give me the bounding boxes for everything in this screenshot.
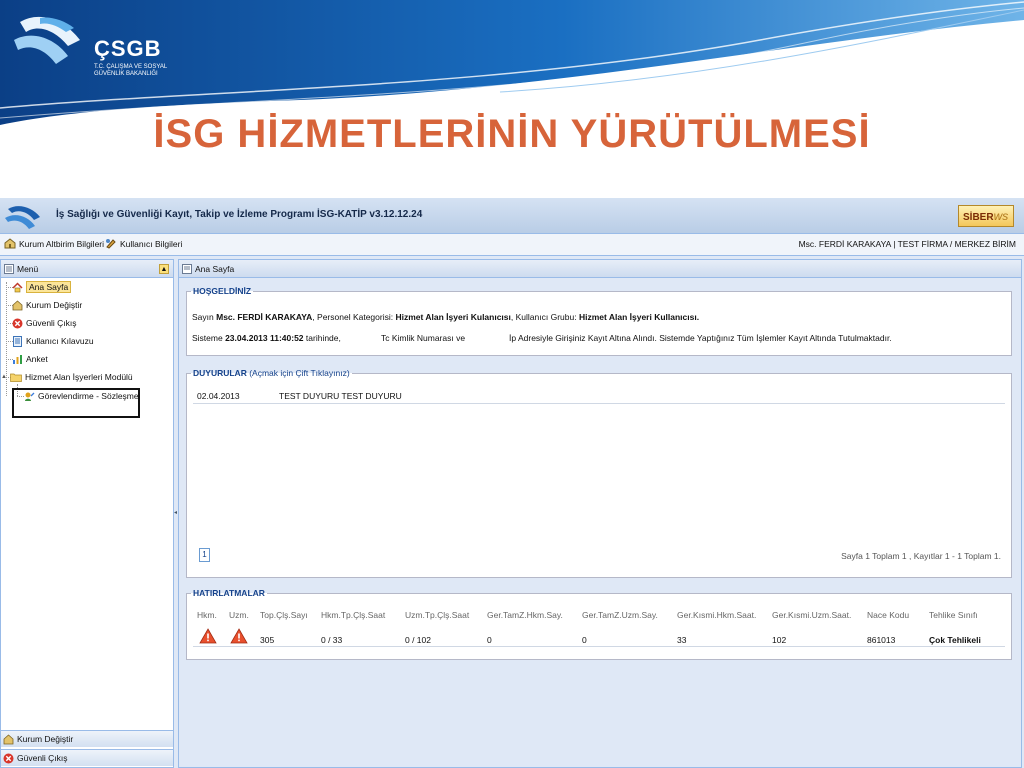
- warning-icon[interactable]: [199, 628, 217, 644]
- col-tehlike-sinifi: Tehlike Sınıfı: [929, 610, 978, 620]
- footer-guvenli-cikis[interactable]: Güvenli Çıkış: [1, 749, 173, 766]
- announcement-text: TEST DUYURU TEST DUYURU: [279, 391, 402, 401]
- menu-item-ana-sayfa[interactable]: Ana Sayfa: [12, 280, 72, 294]
- col-ger-kismi-hkm: Ger.Kısmi.Hkm.Saat.: [677, 610, 757, 620]
- user-edit-icon: [106, 239, 116, 249]
- csgb-mark-icon: [14, 16, 80, 64]
- menu-item-kullanici-kilavuzu[interactable]: Kullanıcı Kılavuzu: [12, 334, 94, 348]
- exit-icon: [12, 318, 23, 328]
- welcome-line-1: Sayın Msc. FERDİ KARAKAYA, Personel Kate…: [192, 312, 700, 322]
- table-row[interactable]: 02.04.2013 TEST DUYURU TEST DUYURU: [193, 390, 1005, 404]
- side-menu: Menü ▲ Ana Sayfa Kurum Değiştir Güvenli …: [0, 259, 174, 768]
- folder-icon: [10, 373, 22, 382]
- app-window: İş Sağlığı ve Güvenliği Kayıt, Takip ve …: [0, 198, 1024, 768]
- val-ger-tamz-uzm: 0: [582, 635, 587, 645]
- top-toolbar: Kurum Altbirim Bilgileri Kullanıcı Bilgi…: [0, 234, 1024, 256]
- val-top-cls-sayi: 305: [260, 635, 275, 645]
- val-tehlike-sinifi: Çok Tehlikeli: [929, 635, 981, 645]
- org-icon: [4, 238, 16, 249]
- footer-kurum-degistir[interactable]: Kurum Değiştir: [1, 730, 173, 747]
- menu-header: Menü ▲: [1, 260, 173, 278]
- col-ger-kismi-uzm: Ger.Kısmi.Uzm.Saat.: [772, 610, 852, 620]
- org-icon: [12, 299, 23, 310]
- logo-subtitle: T.C. ÇALIŞMA VE SOSYAL GÜVENLİK BAKANLIĞ…: [94, 64, 168, 77]
- main-panel: Ana Sayfa HOŞGELDİNİZ Sayın Msc. FERDİ K…: [178, 259, 1022, 768]
- val-nace-kodu: 861013: [867, 635, 896, 645]
- col-hkm: Hkm.: [197, 610, 217, 620]
- col-nace-kodu: Nace Kodu: [867, 610, 910, 620]
- menu-icon: [4, 263, 14, 274]
- collapse-menu-button[interactable]: ▲: [159, 264, 169, 274]
- val-ger-kismi-uzm: 102: [772, 635, 787, 645]
- welcome-panel: HOŞGELDİNİZ Sayın Msc. FERDİ KARAKAYA, P…: [186, 286, 1012, 356]
- col-ger-tamz-hkm: Ger.TamZ.Hkm.Say.: [487, 610, 563, 620]
- tab-ana-sayfa[interactable]: Ana Sayfa: [179, 260, 1021, 278]
- announcements-legend: DUYURULAR (Açmak için Çift Tıklayınız): [193, 368, 350, 378]
- app-header: İş Sağlığı ve Güvenliği Kayıt, Takip ve …: [0, 198, 1024, 234]
- menu-item-anket[interactable]: Anket: [12, 352, 48, 366]
- col-ger-tamz-uzm: Ger.TamZ.Uzm.Say.: [582, 610, 658, 620]
- vendor-logo: SİBERws: [958, 205, 1014, 227]
- page-icon: [182, 263, 192, 274]
- menu-item-kurum-degistir[interactable]: Kurum Değiştir: [12, 298, 82, 312]
- csgb-logo: ÇSGB T.C. ÇALIŞMA VE SOSYAL GÜVENLİK BAK…: [10, 10, 170, 90]
- chart-icon: [13, 354, 22, 364]
- col-top-cls-sayi: Top.Çlş.Sayı: [260, 610, 308, 620]
- doc-icon: [13, 335, 22, 347]
- expand-arrow-icon[interactable]: ▲: [1, 374, 7, 380]
- warning-icon[interactable]: [230, 628, 248, 644]
- main-body: HOŞGELDİNİZ Sayın Msc. FERDİ KARAKAYA, P…: [179, 278, 1021, 767]
- logo-brand: ÇSGB: [94, 36, 162, 61]
- val-ger-kismi-hkm: 33: [677, 635, 687, 645]
- col-uzm: Uzm.: [229, 610, 249, 620]
- val-uzm-tp-cls-saat: 0 / 102: [405, 635, 431, 645]
- val-hkm-tp-cls-saat: 0 / 33: [321, 635, 343, 645]
- col-uzm-tp-cls-saat: Uzm.Tp.Çlş.Saat: [405, 610, 470, 620]
- app-title: İş Sağlığı ve Güvenliği Kayıt, Takip ve …: [56, 209, 423, 220]
- app-logo-icon: [5, 206, 40, 229]
- welcome-legend: HOŞGELDİNİZ: [193, 286, 252, 296]
- welcome-line-2b: Tc Kimlik Numarası ve: [381, 333, 466, 343]
- val-ger-tamz-hkm: 0: [487, 635, 492, 645]
- home-icon: [12, 281, 23, 292]
- highlight-rectangle: [12, 388, 140, 418]
- col-hkm-tp-cls-saat: Hkm.Tp.Çlş.Saat: [321, 610, 386, 620]
- menu-item-hizmet-alan-modulu[interactable]: ▲ Hizmet Alan İşyerleri Modülü: [1, 370, 133, 384]
- current-user-label: Msc. FERDİ KARAKAYA | TEST FİRMA / MERKE…: [798, 239, 1016, 249]
- row-separator: [193, 646, 1005, 647]
- kullanici-bilgileri-button[interactable]: Kullanıcı Bilgileri: [105, 238, 182, 249]
- menu-tree: Ana Sayfa Kurum Değiştir Güvenli Çıkış K…: [1, 278, 173, 401]
- announcement-date: 02.04.2013: [197, 391, 240, 401]
- reminders-panel: HATIRLATMALAR Hkm. Uzm. Top.Çlş.Sayı Hkm…: [186, 588, 1012, 660]
- slide-title: İSG HİZMETLERİNİN YÜRÜTÜLMESİ: [153, 112, 871, 156]
- pager-info: Sayfa 1 Toplam 1 , Kayıtlar 1 - 1 Toplam…: [841, 551, 1001, 561]
- reminders-legend: HATIRLATMALAR: [193, 588, 265, 598]
- org-icon: [3, 733, 14, 744]
- menu-item-guvenli-cikis[interactable]: Güvenli Çıkış: [12, 316, 77, 330]
- slide-banner: ÇSGB T.C. ÇALIŞMA VE SOSYAL GÜVENLİK BAK…: [0, 0, 1024, 200]
- page-1-button[interactable]: 1: [199, 548, 210, 562]
- kurum-altbirim-button[interactable]: Kurum Altbirim Bilgileri: [4, 238, 104, 249]
- exit-icon: [3, 753, 14, 763]
- splitter-arrow-icon[interactable]: ◂: [174, 509, 177, 516]
- welcome-line-2c: İp Adresiyle Girişiniz Kayıt Altına Alın…: [509, 333, 892, 343]
- welcome-line-2: Sisteme 23.04.2013 11:40:52 tarihinde,: [192, 333, 341, 343]
- announcements-panel: DUYURULAR (Açmak için Çift Tıklayınız) 0…: [186, 368, 1012, 578]
